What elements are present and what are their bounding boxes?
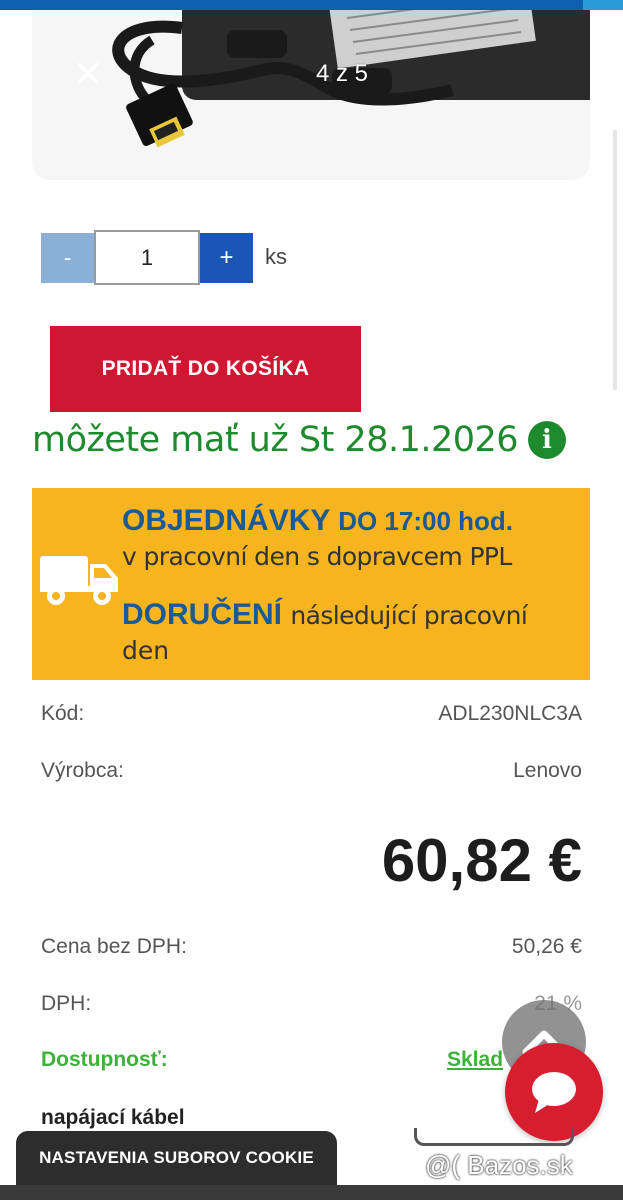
code-value: ADL230NLC3A	[438, 702, 582, 725]
banner-delivery-title: DORUČENÍ	[122, 598, 283, 631]
delivery-date-text: môžete mať už St 28.1.2026	[32, 420, 519, 460]
chat-bubble-icon	[532, 1072, 576, 1113]
product-image	[112, 10, 590, 148]
banner-delivery-text: následující pracovní	[290, 601, 528, 630]
gallery-counter: 4 z 5	[315, 60, 369, 87]
quantity-unit-label: ks	[265, 244, 287, 269]
bazos-watermark: @( Bazos.sk	[425, 1150, 573, 1180]
top-header-accent	[583, 0, 623, 10]
delivery-truck-icon	[40, 556, 118, 605]
cable-heading: napájací kábel	[41, 1106, 185, 1129]
vat-label: DPH:	[41, 992, 92, 1015]
add-to-cart-button[interactable]: PRIDAŤ DO KOŠÍKA	[50, 326, 361, 412]
banner-delivery-text-cont: den	[122, 636, 170, 665]
banner-order-title: OBJEDNÁVKY	[122, 504, 330, 537]
close-gallery-icon[interactable]: ✕	[70, 55, 106, 93]
manufacturer-label: Výrobca:	[41, 759, 124, 782]
info-icon[interactable]: i	[528, 421, 566, 459]
quantity-decrease-button[interactable]: -	[41, 233, 94, 283]
page-scrollbar[interactable]	[613, 130, 617, 390]
code-label: Kód:	[41, 702, 85, 725]
banner-order-deadline: OBJEDNÁVKY DO 17:00 hod.	[122, 504, 513, 538]
banner-order-time: DO 17:00 hod.	[338, 506, 514, 536]
net-price-label: Cena bez DPH:	[41, 935, 187, 958]
availability-label: Dostupnosť:	[41, 1048, 168, 1071]
product-price: 60,82 €	[381, 827, 582, 894]
net-price-value: 50,26 €	[511, 935, 582, 958]
shipping-info-banner: OBJEDNÁVKY DO 17:00 hod. v pracovní den …	[32, 488, 590, 680]
product-image-gallery[interactable]: ✕ 4 z 5	[32, 10, 590, 180]
bottom-strip	[0, 1185, 623, 1200]
banner-delivery-line: DORUČENÍ následující pracovní	[122, 598, 528, 632]
quantity-increase-button[interactable]: +	[200, 233, 253, 283]
banner-carrier-text: v pracovní den s dopravcem PPL	[122, 542, 512, 571]
background-decoration	[414, 1128, 574, 1146]
chat-button[interactable]	[505, 1043, 603, 1141]
quantity-input[interactable]	[94, 230, 200, 285]
availability-link[interactable]: Sklad	[447, 1048, 503, 1072]
top-header-bar	[0, 0, 623, 10]
cookie-settings-button[interactable]: NASTAVENIA SUBOROV COOKIE	[16, 1131, 337, 1185]
manufacturer-value: Lenovo	[513, 759, 582, 782]
